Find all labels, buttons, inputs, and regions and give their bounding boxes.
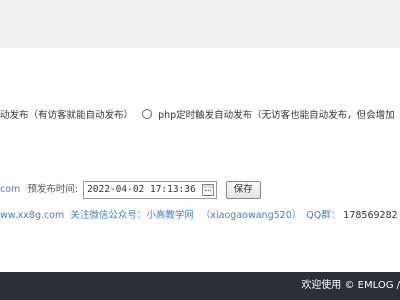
publish-time-value: 2022-04-02 17:13:36 — [87, 183, 196, 195]
site-link-fragment[interactable]: com — [0, 184, 20, 195]
publish-time-input[interactable]: 2022-04-02 17:13:36 — [83, 180, 217, 199]
publish-time-row: com 预发布时间: 2022-04-02 17:13:36 保存 — [0, 180, 261, 200]
wechat-label: 关注微信公众号：小高教学网 — [70, 210, 194, 221]
footer: 欢迎使用 © EMLOG / — [0, 272, 400, 300]
settings-panel — [0, 48, 400, 272]
info-row: ww.xx8g.com 关注微信公众号：小高教学网 （xiaogaowang52… — [0, 208, 400, 224]
top-band — [0, 0, 400, 48]
option-visitor-trigger-label[interactable]: 动发布（有访客就能自动发布） — [0, 110, 133, 121]
qq-number: 178569282 — [343, 210, 398, 221]
save-button[interactable]: 保存 — [225, 180, 261, 199]
qq-label: QQ群： — [306, 210, 341, 221]
publish-time-label: 预发布时间: — [27, 184, 79, 195]
option-php-cron-label[interactable]: php定时触发自动发布（无访客也能自动发布，但会增加 — [158, 110, 395, 121]
footer-text: 欢迎使用 © EMLOG / — [301, 280, 400, 291]
php-cron-radio[interactable] — [142, 109, 153, 119]
auto-publish-options: 动发布（有访客就能自动发布） php定时触发自动发布（无访客也能自动发布，但会增… — [0, 108, 395, 124]
calendar-icon[interactable] — [201, 183, 214, 196]
wechat-id: （xiaogaowang520） — [200, 210, 302, 221]
site-link[interactable]: ww.xx8g.com — [0, 210, 64, 221]
